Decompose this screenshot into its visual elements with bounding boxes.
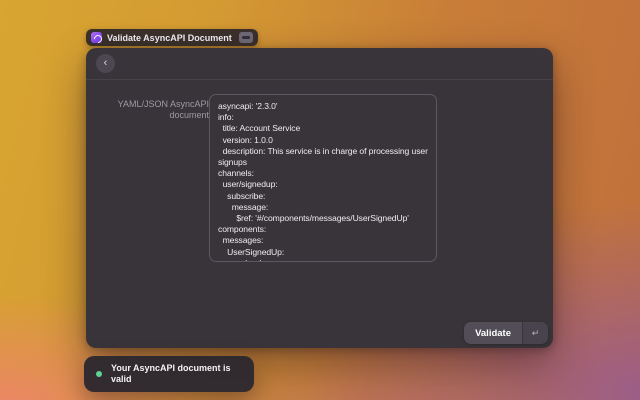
back-button[interactable]: ‹ xyxy=(96,54,115,73)
chevron-left-icon: ‹ xyxy=(104,58,108,69)
command-title: Validate AsyncAPI Document xyxy=(107,33,232,43)
validate-button-group[interactable]: Validate ↵ xyxy=(464,322,548,344)
desktop-background: { "titlebar_pill": { "title": "Validate … xyxy=(0,0,640,400)
validation-toast: Your AsyncAPI document is valid xyxy=(84,356,254,392)
success-dot-icon xyxy=(96,371,102,377)
validate-button[interactable]: Validate xyxy=(464,322,522,344)
window-header: ‹ xyxy=(86,48,553,80)
enter-key-icon: ↵ xyxy=(522,322,548,344)
asyncapi-document-textarea[interactable]: asyncapi: '2.3.0' info: title: Account S… xyxy=(209,94,437,262)
validate-asyncapi-window: ‹ YAML/JSON AsyncAPI document asyncapi: … xyxy=(86,48,553,348)
document-field-label: YAML/JSON AsyncAPI document xyxy=(95,99,209,121)
command-title-pill[interactable]: Validate AsyncAPI Document xyxy=(86,29,258,46)
hotkey-recorder-icon[interactable] xyxy=(239,32,253,43)
toast-message: Your AsyncAPI document is valid xyxy=(111,363,239,385)
asyncapi-extension-icon xyxy=(91,32,102,43)
